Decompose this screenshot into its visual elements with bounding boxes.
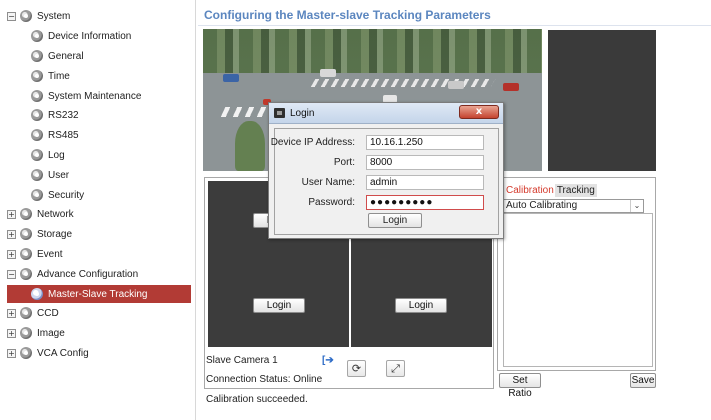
tab-bar: Calibration Tracking <box>505 184 597 197</box>
tree-item-image[interactable]: + Image <box>0 324 65 342</box>
status-message: Calibration succeeded. <box>206 394 308 405</box>
tree-item-master-slave-tracking[interactable]: Master-Slave Tracking <box>7 285 191 303</box>
tree-item-network[interactable]: + Network <box>0 205 74 223</box>
tree-item-log[interactable]: Log <box>0 146 65 164</box>
expand-icon[interactable]: + <box>7 328 16 338</box>
sidebar-tree: − System Device Information General Time… <box>0 0 196 420</box>
gear-icon <box>31 30 43 42</box>
expand-icon[interactable]: + <box>7 308 16 318</box>
expand-icon[interactable]: ⤢ <box>386 360 405 377</box>
window-icon <box>274 108 285 118</box>
calibration-list[interactable] <box>503 213 653 367</box>
username-label: User Name: <box>301 177 355 188</box>
page-title: Configuring the Master-slave Tracking Pa… <box>204 8 491 22</box>
tree-item-vca-config[interactable]: + VCA Config <box>0 344 89 362</box>
video-car <box>223 74 239 82</box>
password-label: Password: <box>308 197 355 208</box>
video-car <box>448 81 464 89</box>
port-label: Port: <box>333 157 355 168</box>
gear-icon <box>31 70 43 82</box>
slave-camera-preview[interactable] <box>548 30 656 171</box>
gear-icon <box>31 169 43 181</box>
ip-address-field[interactable] <box>366 135 484 150</box>
tree-item-system[interactable]: − System <box>0 7 70 25</box>
chevron-down-icon[interactable]: ⌄ <box>630 200 643 212</box>
tree-item-time[interactable]: Time <box>0 67 70 85</box>
tree-item-advance-configuration[interactable]: − Advance Configuration <box>0 265 138 283</box>
login-button[interactable]: Login <box>253 298 305 313</box>
slave-view-4[interactable]: Login <box>351 264 492 347</box>
video-crosswalk <box>310 79 496 87</box>
set-ratio-button[interactable]: Set Ratio <box>499 373 541 399</box>
login-submit-button[interactable]: Login <box>368 213 422 228</box>
port-field[interactable] <box>366 155 484 170</box>
gear-icon <box>31 109 43 121</box>
ip-label: Device IP Address: <box>270 137 355 148</box>
dialog-titlebar[interactable]: Login x <box>269 103 503 124</box>
gear-icon <box>20 327 32 339</box>
tree-item-security[interactable]: Security <box>0 186 84 204</box>
exit-icon[interactable]: [➔ <box>322 355 334 366</box>
gear-icon <box>20 248 32 260</box>
close-icon[interactable]: x <box>459 105 499 119</box>
tree-item-device-information[interactable]: Device Information <box>0 27 131 45</box>
slave-view-3[interactable]: Login <box>208 264 349 347</box>
tree-item-rs232[interactable]: RS232 <box>0 106 79 124</box>
gear-icon <box>31 189 43 201</box>
gear-icon <box>20 208 32 220</box>
calibration-mode-value: Auto Calibrating <box>506 200 578 211</box>
refresh-icon[interactable]: ⟳ <box>347 360 366 377</box>
gear-icon <box>31 149 43 161</box>
gear-icon <box>31 129 43 141</box>
username-field[interactable] <box>366 175 484 190</box>
gear-icon <box>20 268 32 280</box>
video-tree <box>235 121 265 171</box>
expand-icon[interactable]: + <box>7 229 16 239</box>
expand-icon[interactable]: + <box>7 249 16 259</box>
gear-icon <box>20 347 32 359</box>
tree-item-system-maintenance[interactable]: System Maintenance <box>0 87 141 105</box>
calibration-mode-select[interactable]: Auto Calibrating ⌄ <box>503 199 644 213</box>
title-divider <box>198 25 711 26</box>
gear-icon <box>20 228 32 240</box>
video-car <box>320 69 336 77</box>
tree-item-rs485[interactable]: RS485 <box>0 126 79 144</box>
dialog-title: Login <box>290 108 315 119</box>
password-field[interactable] <box>366 195 484 210</box>
tab-calibration[interactable]: Calibration <box>505 184 555 197</box>
connection-status: Connection Status: Online <box>206 374 323 385</box>
expand-icon[interactable]: + <box>7 348 16 358</box>
video-trees <box>203 29 542 73</box>
tab-tracking[interactable]: Tracking <box>554 184 597 197</box>
tree-item-user[interactable]: User <box>0 166 69 184</box>
tree-item-ccd[interactable]: + CCD <box>0 304 59 322</box>
gear-icon <box>31 50 43 62</box>
gear-icon <box>20 307 32 319</box>
collapse-icon[interactable]: − <box>7 11 16 21</box>
slave-camera-label: Slave Camera 1 <box>206 355 278 366</box>
tree-item-event[interactable]: + Event <box>0 245 63 263</box>
gear-icon <box>31 90 43 102</box>
save-button[interactable]: Save <box>630 373 656 388</box>
expand-icon[interactable]: + <box>7 209 16 219</box>
login-button[interactable]: Login <box>395 298 447 313</box>
tree-item-storage[interactable]: + Storage <box>0 225 72 243</box>
video-car <box>503 83 519 91</box>
gear-icon <box>20 10 32 22</box>
gear-icon <box>31 288 43 300</box>
collapse-icon[interactable]: − <box>7 269 16 279</box>
tree-item-general[interactable]: General <box>0 47 84 65</box>
login-form: Device IP Address: Port: User Name: Pass… <box>270 128 499 235</box>
login-dialog: Login x Device IP Address: Port: User Na… <box>268 102 504 239</box>
